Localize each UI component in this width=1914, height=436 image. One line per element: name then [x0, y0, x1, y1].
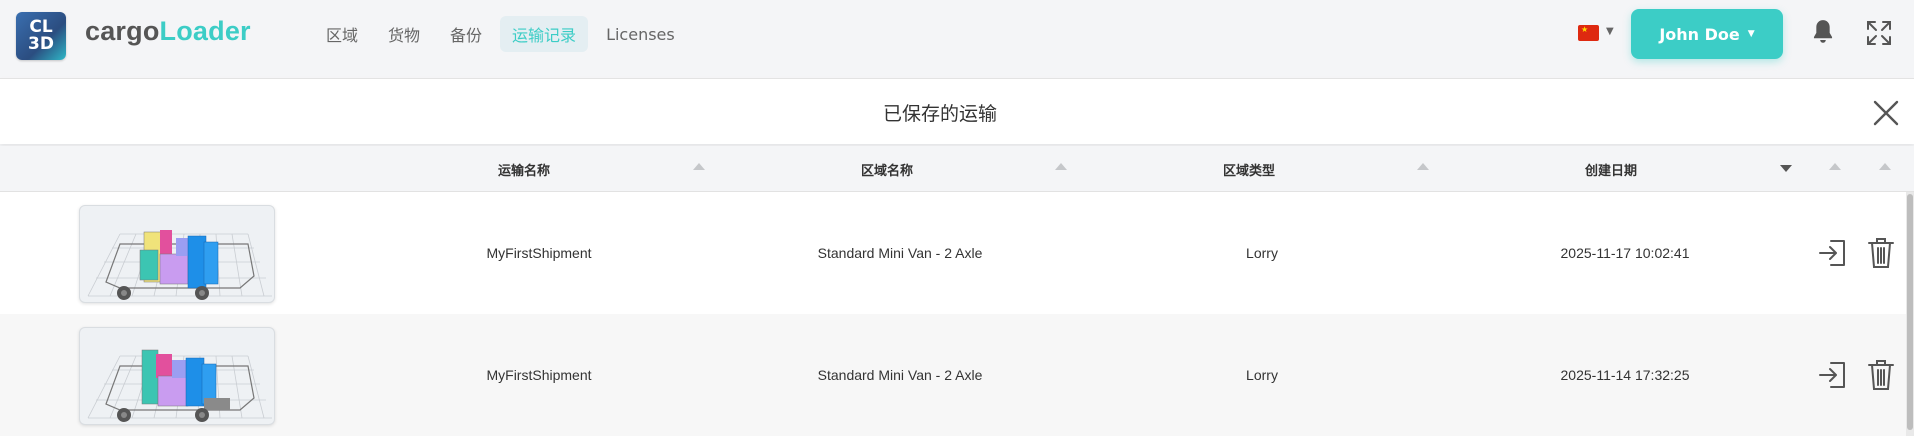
column-header-created-date[interactable]: 创建日期: [1585, 146, 1637, 192]
language-caret-icon[interactable]: ▼: [1606, 26, 1614, 37]
close-icon[interactable]: [1872, 99, 1900, 127]
load-shipment-icon[interactable]: [1817, 358, 1849, 392]
nav-item-areas[interactable]: 区域: [314, 16, 370, 52]
user-name: John Doe: [1659, 24, 1740, 44]
column-header-shipment-name[interactable]: 运输名称: [498, 146, 550, 192]
app-logo[interactable]: CL 3D: [16, 12, 66, 60]
sort-asc-icon[interactable]: [1879, 163, 1891, 170]
panel-title: 已保存的运输: [882, 102, 997, 125]
column-header-area-type[interactable]: 区域类型: [1223, 146, 1275, 192]
created-date-cell: 2025-11-14 17:32:25: [1560, 367, 1690, 383]
scrollbar-thumb[interactable]: [1907, 194, 1913, 430]
user-menu-button[interactable]: John Doe ▼: [1631, 9, 1783, 59]
top-navbar: CL 3D cargoLoader 区域 货物 备份 运输记录 Licenses…: [0, 0, 1914, 77]
sort-asc-icon[interactable]: [1829, 163, 1841, 170]
area-name-cell: Standard Mini Van - 2 Axle: [817, 367, 983, 383]
created-date-cell: 2025-11-17 10:02:41: [1560, 245, 1690, 261]
brand-part-cargo: cargo: [85, 16, 160, 46]
saved-shipments-panel-header: 已保存的运输: [0, 78, 1914, 144]
sort-asc-icon[interactable]: [1417, 163, 1429, 170]
shipment-name-cell: MyFirstShipment: [486, 367, 592, 383]
fullscreen-icon[interactable]: [1865, 19, 1893, 47]
nav-item-licenses[interactable]: Licenses: [594, 16, 687, 52]
main-nav: 区域 货物 备份 运输记录 Licenses: [314, 16, 687, 52]
logo-text-bottom: 3D: [28, 34, 54, 54]
sort-asc-icon[interactable]: [693, 163, 705, 170]
column-header-area-name[interactable]: 区域名称: [861, 146, 913, 192]
notification-bell-icon[interactable]: [1810, 18, 1836, 46]
table-row[interactable]: MyFirstShipment Standard Mini Van - 2 Ax…: [0, 314, 1906, 436]
user-caret-icon: ▼: [1747, 29, 1755, 39]
shipment-thumbnail[interactable]: [79, 327, 275, 425]
table-header: 运输名称 区域名称 区域类型 创建日期: [0, 146, 1914, 192]
nav-item-cargo[interactable]: 货物: [376, 16, 432, 52]
shipment-thumbnail[interactable]: [79, 205, 275, 303]
nav-item-backup[interactable]: 备份: [438, 16, 494, 52]
flag-star-icon: ★: [1581, 25, 1589, 34]
delete-icon[interactable]: [1865, 358, 1897, 392]
sort-desc-icon[interactable]: [1780, 165, 1792, 172]
delete-icon[interactable]: [1865, 236, 1897, 270]
china-flag-icon[interactable]: ★: [1578, 25, 1599, 41]
area-type-cell: Lorry: [1246, 367, 1278, 383]
shipment-name-cell: MyFirstShipment: [486, 245, 592, 261]
brand-part-loader: Loader: [159, 16, 251, 46]
table-row[interactable]: MyFirstShipment Standard Mini Van - 2 Ax…: [0, 192, 1906, 314]
sort-asc-icon[interactable]: [1055, 163, 1067, 170]
load-shipment-icon[interactable]: [1817, 236, 1849, 270]
nav-item-shipments[interactable]: 运输记录: [500, 16, 589, 52]
area-type-cell: Lorry: [1246, 245, 1278, 261]
area-name-cell: Standard Mini Van - 2 Axle: [817, 245, 983, 261]
brand-name[interactable]: cargoLoader: [85, 16, 251, 47]
